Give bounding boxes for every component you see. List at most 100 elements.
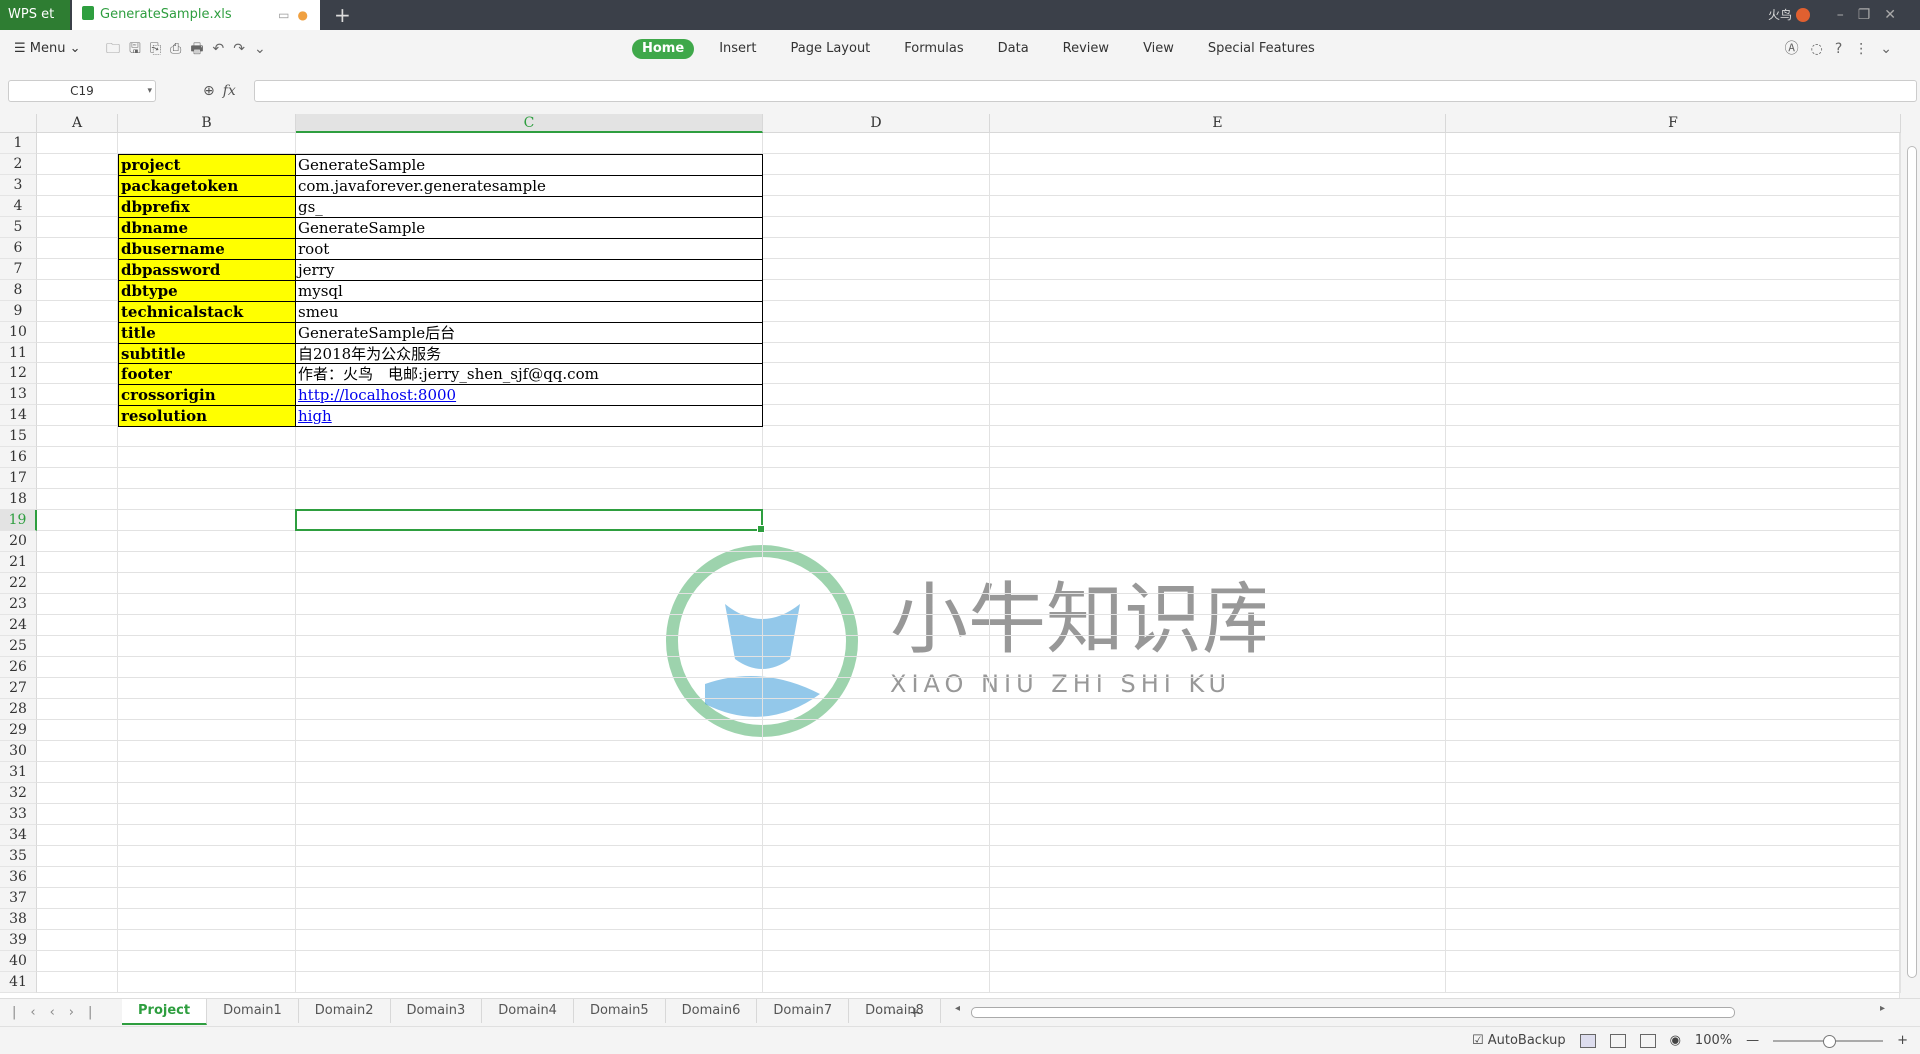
value-cell-packagetoken[interactable]: com.javaforever.generatesample	[296, 175, 763, 197]
avatar[interactable]	[1796, 8, 1810, 22]
row-header-34[interactable]: 34	[0, 824, 37, 846]
new-tab-button[interactable]: +	[334, 0, 351, 30]
key-cell-dbtype[interactable]: dbtype	[118, 280, 296, 302]
row-header-17[interactable]: 17	[0, 467, 37, 489]
zoom-slider-knob[interactable]	[1823, 1034, 1837, 1048]
row-header-10[interactable]: 10	[0, 322, 37, 343]
value-cell-dbname[interactable]: GenerateSample	[296, 217, 763, 239]
row-header-16[interactable]: 16	[0, 446, 37, 468]
key-cell-resolution[interactable]: resolution	[118, 404, 296, 427]
key-cell-crossorigin[interactable]: crossorigin	[118, 383, 296, 406]
key-cell-technicalstack[interactable]: technicalstack	[118, 301, 296, 323]
formula-input[interactable]	[254, 80, 1917, 102]
value-cell-footer[interactable]: 作者：火鸟 电邮:jerry_shen_sjf@qq.com	[296, 363, 763, 385]
row-header-23[interactable]: 23	[0, 593, 37, 615]
row-header-21[interactable]: 21	[0, 551, 37, 573]
vertical-scrollbar[interactable]	[1899, 114, 1920, 998]
row-header-33[interactable]: 33	[0, 803, 37, 825]
zoom-slider[interactable]	[1773, 1034, 1884, 1048]
row-header-24[interactable]: 24	[0, 614, 37, 636]
row-header-7[interactable]: 7	[0, 259, 37, 280]
sheet-more-and-add-buttons[interactable]: ⋯+	[883, 999, 933, 1027]
row-header-35[interactable]: 35	[0, 845, 37, 867]
page-break-view-icon[interactable]	[1609, 1033, 1626, 1048]
row-header-14[interactable]: 14	[0, 404, 37, 426]
monitor-icon[interactable]: ▭	[278, 8, 289, 22]
key-cell-dbusername[interactable]: dbusername	[118, 238, 296, 260]
sheet-tab-domain6[interactable]: Domain6	[666, 999, 758, 1023]
row-header-22[interactable]: 22	[0, 572, 37, 594]
scroll-left-icon[interactable]: ◂	[955, 1003, 960, 1014]
column-header-d[interactable]: D	[763, 114, 990, 133]
row-header-28[interactable]: 28	[0, 698, 37, 720]
tab-special-features[interactable]: Special Features	[1191, 39, 1332, 59]
column-header-c[interactable]: C	[296, 114, 763, 133]
value-cell-dbtype[interactable]: mysql	[296, 280, 763, 302]
sheet-tab-domain5[interactable]: Domain5	[574, 999, 666, 1023]
tab-view[interactable]: View	[1126, 39, 1191, 59]
name-box[interactable]: C19 ▾	[8, 80, 156, 102]
right-tool-icons[interactable]: Ⓐ◌?⋮⌄	[1785, 30, 1904, 68]
column-header-e[interactable]: E	[990, 114, 1446, 133]
row-header-4[interactable]: 4	[0, 196, 37, 217]
row-header-40[interactable]: 40	[0, 950, 37, 972]
sheet-tab-project[interactable]: Project	[122, 999, 208, 1025]
tab-page-layout[interactable]: Page Layout	[773, 39, 887, 59]
row-header-25[interactable]: 25	[0, 635, 37, 657]
row-header-29[interactable]: 29	[0, 719, 37, 741]
column-header-b[interactable]: B	[118, 114, 296, 133]
tab-insert[interactable]: Insert	[702, 39, 773, 59]
key-cell-packagetoken[interactable]: packagetoken	[118, 175, 296, 197]
tab-home[interactable]: Home	[632, 39, 695, 59]
row-header-36[interactable]: 36	[0, 866, 37, 888]
sheet-tab-domain7[interactable]: Domain7	[757, 999, 850, 1023]
row-header-27[interactable]: 27	[0, 677, 37, 699]
row-header-3[interactable]: 3	[0, 175, 37, 196]
insert-function-button[interactable]: fx	[223, 83, 236, 99]
sheet-tab-domain4[interactable]: Domain4	[482, 999, 574, 1023]
value-cell-dbusername[interactable]: root	[296, 238, 763, 260]
value-cell-dbpassword[interactable]: jerry	[296, 259, 763, 281]
key-cell-subtitle[interactable]: subtitle	[118, 342, 296, 364]
value-cell-technicalstack[interactable]: smeu	[296, 301, 763, 323]
row-header-38[interactable]: 38	[0, 908, 37, 930]
value-cell-subtitle[interactable]: 自2018年为公众服务	[296, 342, 763, 364]
sheet-tab-domain1[interactable]: Domain1	[207, 999, 299, 1023]
row-header-18[interactable]: 18	[0, 488, 37, 510]
sheet-navigation-arrows[interactable]: |‹‹›|	[12, 999, 106, 1027]
row-header-26[interactable]: 26	[0, 656, 37, 678]
key-cell-dbname[interactable]: dbname	[118, 217, 296, 239]
active-cell-selection[interactable]	[295, 508, 765, 533]
row-header-32[interactable]: 32	[0, 782, 37, 804]
row-header-11[interactable]: 11	[0, 342, 37, 363]
page-layout-view-icon[interactable]	[1639, 1033, 1656, 1048]
row-header-20[interactable]: 20	[0, 530, 37, 552]
app-tab[interactable]: WPS et	[0, 0, 70, 30]
row-header-31[interactable]: 31	[0, 761, 37, 783]
zoom-in-button[interactable]: +	[1897, 1027, 1908, 1054]
row-header-39[interactable]: 39	[0, 929, 37, 951]
row-header-15[interactable]: 15	[0, 425, 37, 447]
chevron-down-icon[interactable]: ▾	[147, 81, 152, 101]
tab-review[interactable]: Review	[1046, 39, 1126, 59]
scroll-right-icon[interactable]: ▸	[1880, 1003, 1885, 1014]
document-tab[interactable]: GenerateSample.xls ▭ ●	[72, 0, 320, 30]
key-cell-dbprefix[interactable]: dbprefix	[118, 196, 296, 218]
column-header-a[interactable]: A	[37, 114, 118, 133]
zoom-level[interactable]: 100%	[1695, 1027, 1732, 1054]
row-header-19[interactable]: 19	[0, 509, 37, 531]
row-header-6[interactable]: 6	[0, 238, 37, 259]
key-cell-title[interactable]: title	[118, 322, 296, 344]
row-header-9[interactable]: 9	[0, 301, 37, 322]
normal-view-icon[interactable]	[1579, 1033, 1596, 1048]
autobackup-button[interactable]: ☑ AutoBackup	[1472, 1027, 1566, 1054]
quick-access-icons[interactable]: 🗀🖫⎘⎙🖶↶↷⌄	[106, 30, 275, 68]
eye-protection-icon[interactable]: ◉	[1670, 1027, 1681, 1054]
zoom-formula-icon[interactable]: ⊕	[203, 83, 215, 99]
value-cell-crossorigin[interactable]: http://localhost:8000	[296, 383, 763, 406]
window-controls[interactable]: –❐✕	[1837, 0, 1910, 30]
zoom-out-button[interactable]: —	[1746, 1027, 1759, 1054]
key-cell-project[interactable]: project	[118, 154, 296, 176]
scroll-thumb[interactable]	[1907, 146, 1917, 978]
row-header-30[interactable]: 30	[0, 740, 37, 762]
